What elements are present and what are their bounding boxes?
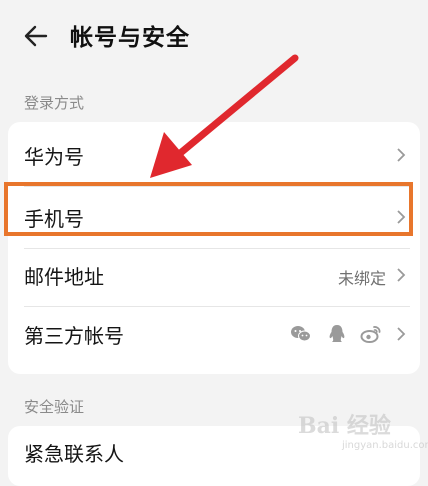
row-label: 华为号 [24, 145, 84, 169]
row-third-party-account[interactable]: 第三方帐号 [8, 305, 420, 363]
email-status: 未绑定 [337, 269, 386, 288]
weibo-icon [360, 326, 381, 343]
watermark-logo: Bai 经验 [298, 413, 391, 439]
page-title: 帐号与安全 [70, 25, 190, 51]
wechat-icon [291, 326, 311, 342]
section-label-login: 登录方式 [24, 94, 85, 112]
qq-icon [329, 325, 345, 342]
watermark-url: jingyan.baidu.com [342, 440, 428, 451]
row-label: 第三方帐号 [24, 324, 124, 348]
chevron-right-icon [397, 268, 406, 282]
top-bar: 帐号与安全 [0, 0, 428, 72]
row-label: 邮件地址 [24, 265, 104, 289]
row-email[interactable]: 邮件地址 未绑定 [8, 246, 420, 304]
row-huawei-id[interactable]: 华为号 [8, 126, 420, 184]
arrow-left-icon[interactable] [22, 22, 50, 50]
highlight-box [4, 182, 413, 236]
login-methods-card: 华为号 手机号 邮件地址 未绑定 第三方帐号 [8, 122, 420, 374]
section-label-security: 安全验证 [24, 398, 85, 416]
chevron-right-icon [397, 327, 406, 341]
chevron-right-icon [397, 148, 406, 162]
